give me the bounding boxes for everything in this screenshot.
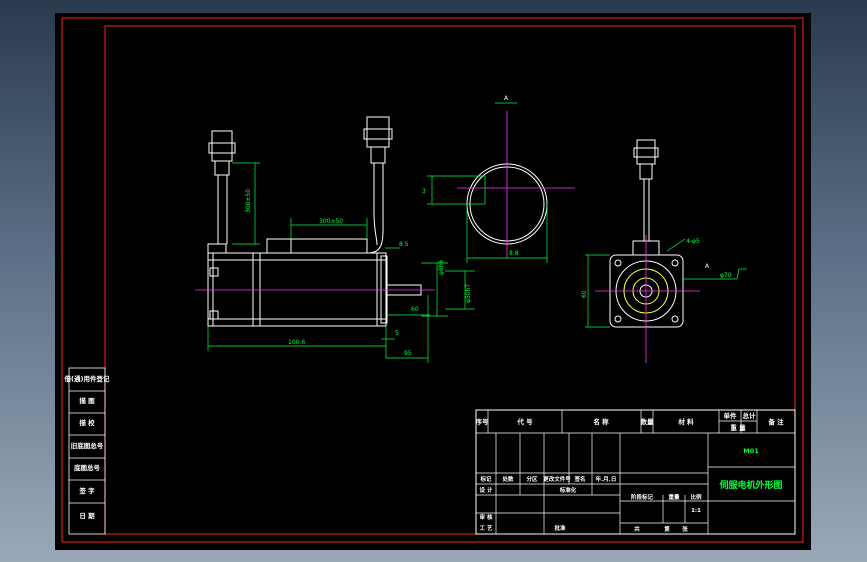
check-label: 审 核 (480, 513, 493, 521)
dim-lip: 5 (395, 330, 399, 337)
sheet-page: 第 (664, 525, 670, 533)
part-code: M01 (743, 447, 759, 455)
scale-value: 1:1 (691, 508, 701, 514)
stage-mark-label: 阶段标记 (631, 493, 654, 501)
dim-cable2-length: 300±50 (319, 218, 343, 225)
side-table-cell: 旧底图总号 (71, 441, 104, 450)
rev-cell: 标记 (479, 475, 492, 483)
rev-cell: 分区 (526, 475, 538, 483)
header-cell: 单件 (724, 411, 738, 420)
side-table-cell: 描 图 (79, 396, 95, 405)
dim-pilot-dia: φ50h7 (465, 284, 472, 303)
drawing-title: 伺服电机外形图 (718, 479, 782, 491)
dim-key-depth: 3 (422, 188, 426, 195)
dim-shaft-length: 60 (411, 306, 419, 313)
header-cell: 名 称 (593, 417, 609, 426)
header-cell: 代 号 (516, 417, 533, 426)
side-table: 借(通)用件登记 描 图 描 校 旧底图总号 底图总号 签 字 日 期 (64, 367, 110, 535)
flange-front-view (609, 139, 684, 328)
weight-label-2: 重量 (668, 493, 680, 501)
header-cell: 序号 (475, 417, 490, 426)
dim-hole-pcd: φ70 (720, 272, 732, 279)
rev-cell: 处数 (501, 475, 514, 483)
section-mark-a: A (504, 95, 509, 102)
engineering-drawing: 300±50 300±50 8.5 φ8h6 φ50h7 60 100.6 5 … (61, 17, 804, 543)
process-label: 工 艺 (480, 524, 493, 532)
header-cell: 数量 (641, 417, 655, 426)
standardize-label: 标准化 (559, 486, 577, 494)
dim-overall: 95 (404, 350, 412, 357)
dim-keyway-width: 8.8 (509, 250, 519, 257)
dim-cable1-length: 300±50 (245, 189, 252, 213)
side-table-cell: 签 字 (78, 486, 95, 495)
flange-centerlines (595, 235, 700, 363)
rev-cell: 更改文件号 (543, 475, 571, 483)
side-table-cell: 借(通)用件登记 (64, 374, 110, 383)
flange-section-mark: A (705, 263, 710, 270)
motor-side-view (207, 116, 422, 327)
title-block: 序号 代 号 名 称 数量 材 料 单件 总计 备 注 重 量 标记 处数 分区… (475, 409, 796, 535)
header-cell: 备 注 (767, 417, 784, 426)
shaft-section-view: 3 8.8 A (422, 95, 575, 263)
scale-label: 比例 (690, 493, 702, 501)
dim-shaft-dia: φ8h6 (438, 259, 445, 275)
sheet-unit: 张 (682, 525, 688, 533)
sheet-total: 共 (634, 525, 640, 533)
outer-border (61, 17, 804, 543)
dim-flange-thickness: 8.5 (399, 241, 409, 248)
rev-cell: 签名 (573, 475, 585, 483)
header-cell: 材 料 (677, 417, 694, 426)
side-table-cell: 底图总号 (74, 463, 101, 472)
side-table-cell: 日 期 (79, 511, 95, 520)
dim-hole-callout: 4-φ5 (686, 238, 700, 245)
header-cell: 总计 (743, 411, 757, 420)
side-table-cell: 描 校 (79, 418, 95, 427)
cad-viewport[interactable]: 300±50 300±50 8.5 φ8h6 φ50h7 60 100.6 5 … (55, 13, 811, 550)
weight-label: 重 量 (730, 423, 746, 432)
dim-flange-square: 60 (581, 290, 588, 298)
design-label: 设 计 (480, 486, 493, 494)
approve-label: 批准 (554, 524, 566, 532)
dim-body-length: 100.6 (288, 339, 305, 346)
rev-cell: 年.月.日 (596, 475, 617, 483)
